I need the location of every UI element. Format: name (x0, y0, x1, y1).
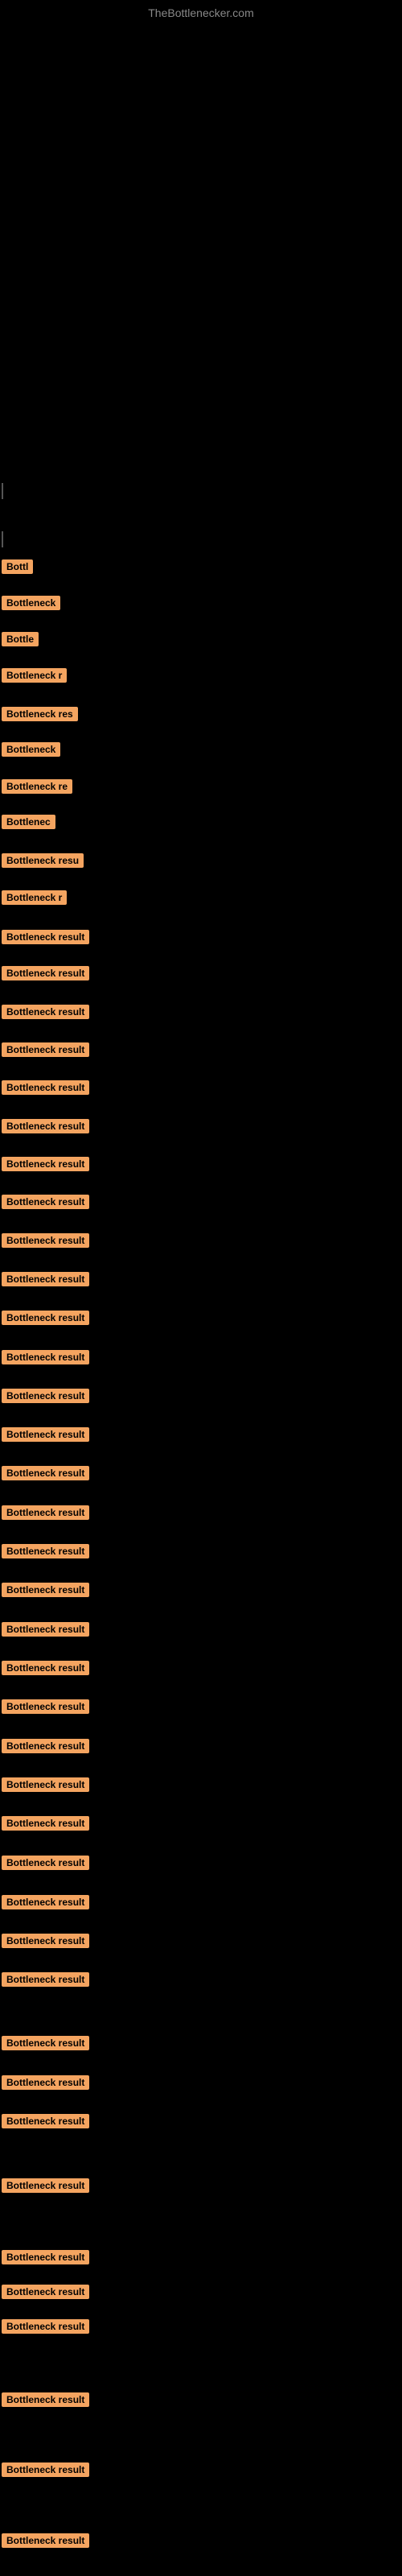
badge-container: Bottleneck result (2, 1622, 89, 1641)
badge-container: Bottleneck result (2, 2250, 89, 2268)
bottleneck-result-badge: Bottleneck result (2, 1622, 89, 1637)
bottleneck-result-badge: Bottleneck result (2, 1350, 89, 1364)
badge-container: Bottleneck result (2, 2392, 89, 2411)
bottleneck-result-badge: Bottleneck result (2, 1661, 89, 1675)
badge-container: Bottleneck result (2, 1972, 89, 1991)
badge-container: Bottleneck re (2, 779, 72, 798)
badge-container: Bottleneck result (2, 2285, 89, 2303)
badge-container: Bottleneck result (2, 1427, 89, 1446)
badge-container: Bottleneck result (2, 1389, 89, 1407)
bottleneck-result-badge: Bottleneck result (2, 1311, 89, 1325)
bottleneck-result-badge: Bottleneck result (2, 1195, 89, 1209)
bottleneck-result-badge: Bottleneck result (2, 2319, 89, 2334)
cursor-line (2, 483, 3, 499)
badge-container: Bottleneck result (2, 2075, 89, 2094)
bottleneck-result-badge: Bottle (2, 632, 39, 646)
bottleneck-result-badge: Bottlenec (2, 815, 55, 829)
bottleneck-result-badge: Bottleneck result (2, 1080, 89, 1095)
bottleneck-result-badge: Bottleneck res (2, 707, 78, 721)
badge-container: Bottleneck result (2, 1466, 89, 1484)
bottleneck-result-badge: Bottleneck result (2, 2036, 89, 2050)
badge-container: Bottleneck result (2, 1195, 89, 1213)
badge-container: Bottleneck result (2, 1311, 89, 1329)
bottleneck-result-badge: Bottleneck result (2, 1042, 89, 1057)
badge-container: Bottleneck result (2, 2319, 89, 2338)
badge-container: Bottleneck result (2, 1042, 89, 1061)
badge-container: Bottleneck result (2, 1739, 89, 1757)
bottleneck-result-badge: Bottleneck result (2, 1233, 89, 1248)
bottleneck-result-badge: Bottleneck result (2, 2533, 89, 2548)
badge-container: Bottleneck r (2, 668, 67, 687)
badge-container: Bottleneck result (2, 1080, 89, 1099)
badge-container: Bottleneck (2, 596, 60, 614)
badge-container: Bottleneck result (2, 2178, 89, 2197)
badge-container: Bottleneck result (2, 1119, 89, 1137)
bottleneck-result-badge: Bottleneck result (2, 1895, 89, 1909)
bottleneck-result-badge: Bottleneck result (2, 1934, 89, 1948)
badge-container: Bottleneck result (2, 1856, 89, 1874)
badge-container: Bottleneck result (2, 1272, 89, 1290)
badge-container: Bottleneck result (2, 1544, 89, 1563)
bottleneck-result-badge: Bottleneck (2, 742, 60, 757)
badge-container: Bottle (2, 632, 39, 650)
bottleneck-result-badge: Bottleneck result (2, 1005, 89, 1019)
badge-container: Bottleneck result (2, 966, 89, 985)
bottleneck-result-badge: Bottleneck result (2, 2392, 89, 2407)
bottleneck-result-badge: Bottleneck r (2, 668, 67, 683)
badge-container: Bottleneck result (2, 1157, 89, 1175)
badge-container: Bottleneck r (2, 890, 67, 909)
badge-container: Bottleneck res (2, 707, 78, 725)
bottleneck-result-badge: Bottleneck result (2, 2114, 89, 2128)
badge-container: Bottleneck result (2, 1699, 89, 1718)
bottleneck-result-badge: Bottleneck result (2, 1544, 89, 1558)
badge-container: Bottleneck result (2, 2462, 89, 2481)
badge-container: Bottl (2, 559, 33, 578)
bottleneck-result-badge: Bottleneck result (2, 1739, 89, 1753)
badge-container: Bottleneck result (2, 1505, 89, 1524)
bottleneck-result-badge: Bottleneck (2, 596, 60, 610)
bottleneck-result-badge: Bottleneck r (2, 890, 67, 905)
bottleneck-result-badge: Bottleneck result (2, 1777, 89, 1792)
badge-container: Bottleneck result (2, 930, 89, 948)
bottleneck-result-badge: Bottleneck result (2, 2178, 89, 2193)
bottleneck-result-badge: Bottleneck result (2, 1427, 89, 1442)
badge-container: Bottleneck (2, 742, 60, 761)
bottleneck-result-badge: Bottleneck result (2, 1157, 89, 1171)
badge-container: Bottleneck result (2, 1777, 89, 1796)
badge-container: Bottleneck result (2, 1350, 89, 1368)
badge-container: Bottleneck result (2, 1005, 89, 1023)
bottleneck-result-badge: Bottleneck result (2, 1505, 89, 1520)
bottleneck-result-badge: Bottleneck result (2, 1466, 89, 1480)
bottleneck-result-badge: Bottleneck resu (2, 853, 84, 868)
badge-container: Bottleneck result (2, 2036, 89, 2054)
bottleneck-result-badge: Bottleneck result (2, 1856, 89, 1870)
badge-container: Bottleneck result (2, 2114, 89, 2132)
bottleneck-result-badge: Bottleneck result (2, 1389, 89, 1403)
bottleneck-result-badge: Bottleneck result (2, 930, 89, 944)
badge-container: Bottleneck result (2, 2533, 89, 2552)
bottleneck-result-badge: Bottleneck result (2, 1972, 89, 1987)
site-title: TheBottlenecker.com (148, 6, 254, 19)
bottleneck-result-badge: Bottleneck result (2, 1583, 89, 1597)
badge-container: Bottleneck result (2, 1895, 89, 1913)
badge-container: Bottlenec (2, 815, 55, 833)
bottleneck-result-badge: Bottleneck result (2, 2250, 89, 2264)
bottleneck-result-badge: Bottleneck result (2, 2075, 89, 2090)
bottleneck-result-badge: Bottl (2, 559, 33, 574)
bottleneck-result-badge: Bottleneck result (2, 966, 89, 980)
badge-container: Bottleneck result (2, 1233, 89, 1252)
bottleneck-result-badge: Bottleneck re (2, 779, 72, 794)
cursor-line (2, 531, 3, 547)
badge-container: Bottleneck resu (2, 853, 84, 872)
badge-container: Bottleneck result (2, 1934, 89, 1952)
bottleneck-result-badge: Bottleneck result (2, 2462, 89, 2477)
bottleneck-result-badge: Bottleneck result (2, 2285, 89, 2299)
bottleneck-result-badge: Bottleneck result (2, 1816, 89, 1831)
badge-container: Bottleneck result (2, 1583, 89, 1601)
bottleneck-result-badge: Bottleneck result (2, 1119, 89, 1133)
bottleneck-result-badge: Bottleneck result (2, 1272, 89, 1286)
badge-container: Bottleneck result (2, 1661, 89, 1679)
bottleneck-result-badge: Bottleneck result (2, 1699, 89, 1714)
badge-container: Bottleneck result (2, 1816, 89, 1835)
